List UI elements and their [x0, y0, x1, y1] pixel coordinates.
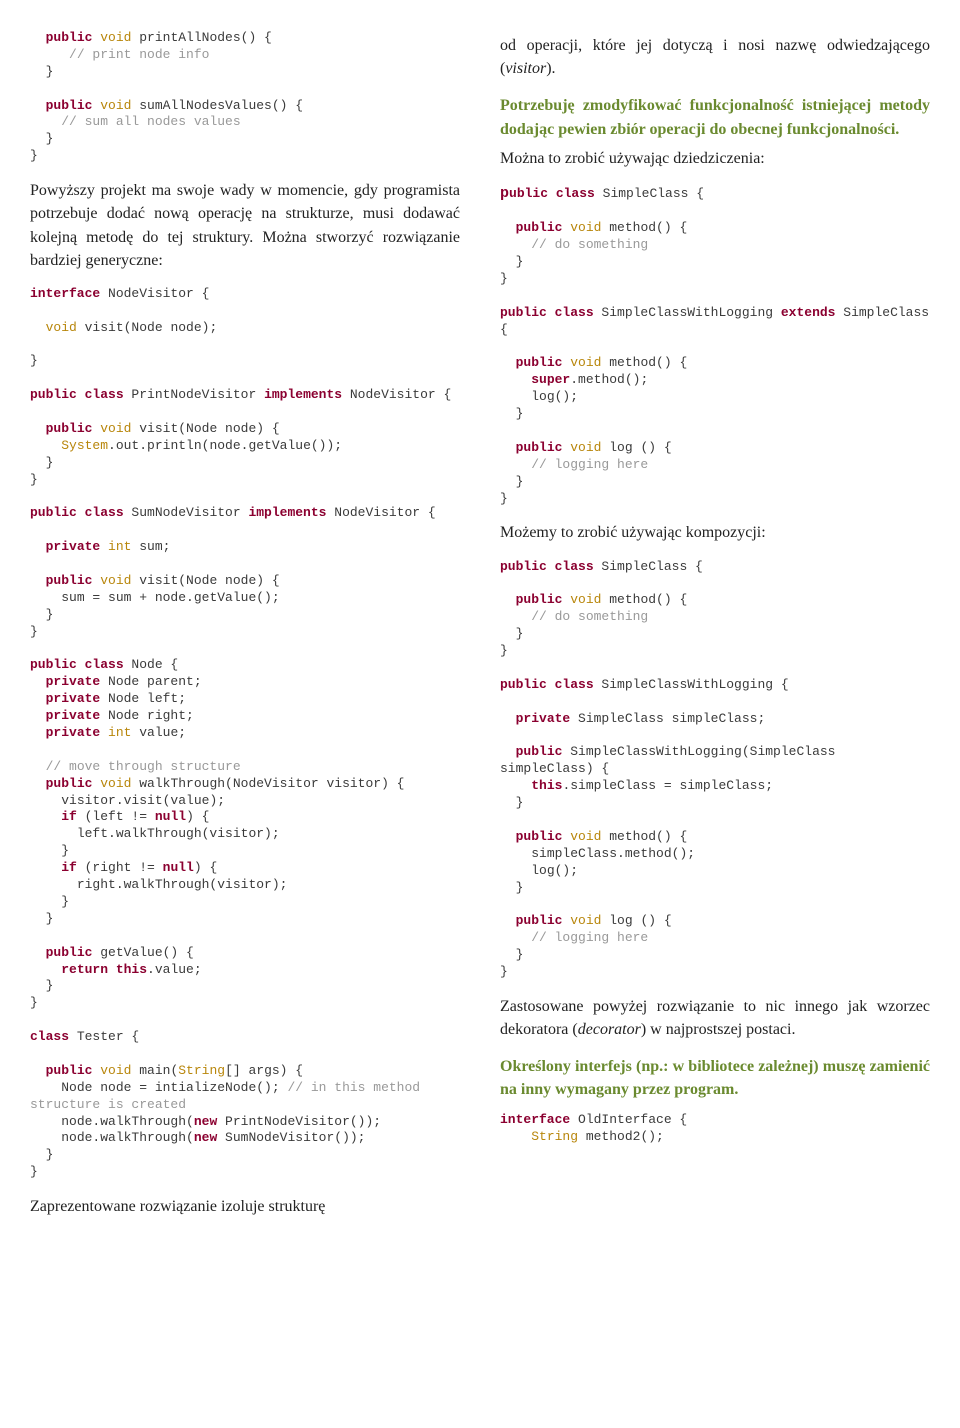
code-block-old-interface: interface OldInterface { String method2(… — [500, 1112, 930, 1146]
code-block-node-methods: public void printAllNodes() { // print n… — [30, 30, 460, 165]
paragraph-decorator: Zastosowane powyżej rozwiązanie to nic i… — [500, 995, 930, 1041]
paragraph-inheritance: Można to zrobić używając dziedziczenia: — [500, 147, 930, 170]
paragraph-visitor-intro: Powyższy projekt ma swoje wady w momenci… — [30, 179, 460, 272]
left-column: public void printAllNodes() { // print n… — [30, 20, 460, 1232]
right-column: od operacji, które jej dotyczą i nosi na… — [500, 20, 930, 1232]
code-block-composition: public class SimpleClass { public void m… — [500, 559, 930, 981]
paragraph-visitor-summary: Zaprezentowane rozwiązanie izoluje struk… — [30, 1195, 460, 1218]
heading-modify-functionality: Potrzebuję zmodyfikować funkcjonalność i… — [500, 94, 930, 140]
two-column-layout: public void printAllNodes() { // print n… — [30, 20, 930, 1232]
code-block-visitor-pattern: interface NodeVisitor { void visit(Node … — [30, 286, 460, 1181]
heading-adapter: Określony interfejs (np.: w bibliotece z… — [500, 1055, 930, 1101]
paragraph-visitor-continued: od operacji, które jej dotyczą i nosi na… — [500, 34, 930, 80]
code-block-inheritance: ppublicublic class SimpleClass { public … — [500, 184, 930, 508]
paragraph-composition: Możemy to zrobić używając kompozycji: — [500, 521, 930, 544]
